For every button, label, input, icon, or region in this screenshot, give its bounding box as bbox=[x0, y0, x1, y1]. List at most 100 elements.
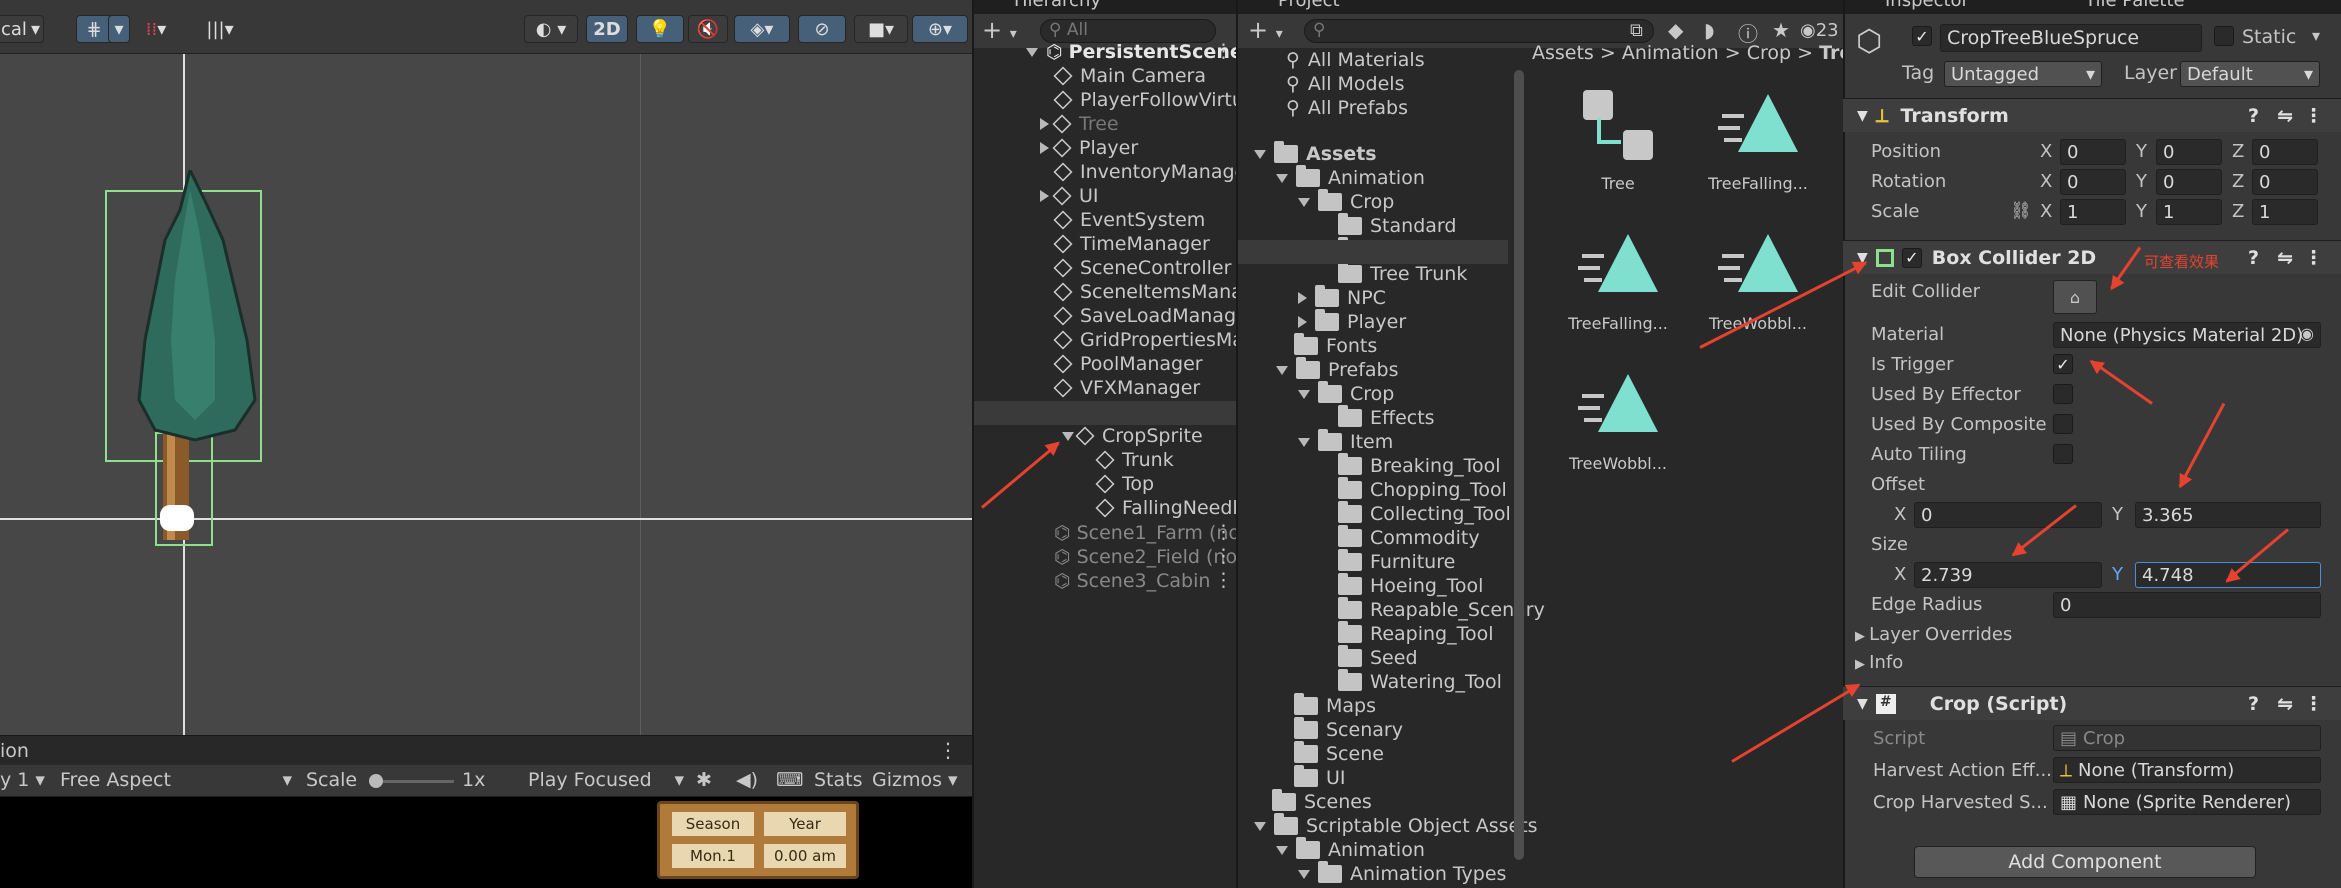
project-folder[interactable]: Scenes bbox=[1254, 789, 1372, 814]
component-menu-icon[interactable]: ⋮ bbox=[2304, 693, 2323, 715]
foldout-arrow-icon[interactable]: ▼ bbox=[1857, 696, 1868, 712]
help-icon[interactable]: ? bbox=[2248, 247, 2259, 269]
game-tab-menu-icon[interactable]: ⋮ bbox=[938, 738, 958, 762]
scene-menu-icon[interactable]: ⋮ bbox=[1214, 40, 1233, 62]
crop-harvested-field[interactable]: ▦ None (Sprite Renderer) bbox=[2053, 789, 2321, 815]
layer-dropdown[interactable]: Default ▾ bbox=[2180, 61, 2320, 87]
expand-arrow-icon[interactable] bbox=[1298, 389, 1310, 399]
help-icon[interactable]: ? bbox=[2248, 105, 2259, 127]
rotation-y-field[interactable]: 0 bbox=[2156, 169, 2222, 195]
used-by-composite-checkbox[interactable] bbox=[2053, 414, 2073, 434]
hierarchy-item[interactable]: Player bbox=[1040, 136, 1138, 160]
project-tab[interactable]: Project bbox=[1278, 0, 1340, 11]
position-x-field[interactable]: 0 bbox=[2060, 139, 2126, 165]
is-trigger-checkbox[interactable]: ✓ bbox=[2053, 354, 2073, 374]
increment-snap-button[interactable]: ⁞⁞ ▾ bbox=[136, 15, 176, 43]
asset-tile[interactable]: TreeFalling... bbox=[1698, 90, 1818, 210]
used-by-effector-checkbox[interactable] bbox=[2053, 384, 2073, 404]
hierarchy-item[interactable]: UI bbox=[1040, 184, 1099, 208]
object-picker-icon[interactable]: ◉ bbox=[2300, 324, 2314, 343]
search-by-type-icon[interactable]: ⧉ bbox=[1630, 20, 1643, 41]
axis-z-label[interactable]: Z bbox=[2232, 141, 2244, 162]
static-checkbox[interactable] bbox=[2214, 26, 2234, 46]
project-folder[interactable]: Furniture bbox=[1320, 549, 1455, 574]
project-folder[interactable]: Hoeing_Tool bbox=[1320, 573, 1483, 598]
scene-row[interactable]: ⌬ Scene3_Cabin bbox=[1054, 569, 1236, 593]
scene-view[interactable]: cal ▾ ⋕ ▾ ⁞⁞ ▾ ||| ▾ ◐ ▾ 2D 💡 🔇 ◈ ▾ ⊘ ■ ▾… bbox=[0, 0, 972, 735]
project-folder[interactable]: Player bbox=[1298, 309, 1406, 334]
expand-arrow-icon[interactable] bbox=[1298, 197, 1310, 207]
position-z-field[interactable]: 0 bbox=[2252, 139, 2318, 165]
lighting-toggle-button[interactable]: 💡 bbox=[636, 15, 684, 43]
hierarchy-item[interactable]: FallingNeedles bbox=[1082, 496, 1236, 520]
material-field[interactable]: None (Physics Material 2D) bbox=[2053, 322, 2321, 348]
hierarchy-item[interactable]: Top bbox=[1082, 472, 1154, 496]
hidden-objects-toggle[interactable]: ⊘ bbox=[798, 15, 846, 43]
aspect-dropdown[interactable]: Free Aspect ▾ bbox=[60, 769, 292, 791]
project-folder[interactable]: UI bbox=[1276, 765, 1346, 790]
rotation-z-field[interactable]: 0 bbox=[2252, 169, 2318, 195]
inspector-tab[interactable]: Inspector bbox=[1885, 0, 1969, 11]
gizmos-button[interactable]: Gizmos ▾ bbox=[872, 769, 958, 791]
asset-tile[interactable]: TreeFalling... bbox=[1558, 230, 1678, 350]
camera-dropdown[interactable]: ■ ▾ bbox=[854, 15, 908, 43]
size-x-field[interactable]: 2.739 bbox=[1914, 562, 2102, 588]
project-folder[interactable]: Assets bbox=[1254, 141, 1377, 166]
create-asset-button[interactable]: + ▾ bbox=[1248, 16, 1283, 44]
effects-dropdown[interactable]: ◈ ▾ bbox=[734, 15, 790, 43]
bug-icon[interactable]: ✱ bbox=[696, 769, 712, 791]
asset-tile[interactable]: Tree bbox=[1558, 90, 1678, 210]
component-menu-icon[interactable]: ⋮ bbox=[2304, 105, 2323, 127]
breadcrumb-item[interactable]: Assets bbox=[1532, 42, 1594, 64]
project-folder[interactable]: Scenary bbox=[1276, 717, 1403, 742]
active-checkbox[interactable]: ✓ bbox=[1912, 26, 1932, 46]
project-folder[interactable]: Crop bbox=[1298, 189, 1394, 214]
scene-menu-icon[interactable]: ⋮ bbox=[1214, 545, 1233, 567]
hierarchy-item[interactable]: PlayerFollowVirtual bbox=[1040, 88, 1236, 112]
axis-z-label[interactable]: Z bbox=[2232, 201, 2244, 222]
axis-y-label[interactable]: Y bbox=[2136, 171, 2147, 192]
gizmos-dropdown[interactable]: ⊕ ▾ bbox=[912, 15, 968, 43]
foldout-arrow-icon[interactable]: ▼ bbox=[1857, 108, 1868, 124]
scene-root-row[interactable]: ⌬ PersistentScene bbox=[1026, 40, 1236, 64]
hierarchy-item[interactable]: Trunk bbox=[1082, 448, 1174, 472]
hierarchy-item[interactable]: VFXManager bbox=[1040, 376, 1200, 400]
asset-tile[interactable]: TreeWobbl... bbox=[1698, 230, 1818, 350]
project-folder[interactable]: Reaping_Tool bbox=[1320, 621, 1494, 646]
play-focused-dropdown[interactable]: Play Focused ▾ bbox=[528, 769, 684, 791]
layer-overrides-foldout[interactable]: ▶ Layer Overrides bbox=[1855, 624, 2012, 645]
scene-menu-icon[interactable]: ⋮ bbox=[1214, 569, 1233, 591]
favorite-item[interactable]: ⚲ All Models bbox=[1286, 72, 1404, 96]
expand-arrow-icon[interactable] bbox=[1298, 292, 1307, 304]
expand-arrow-icon[interactable] bbox=[1040, 142, 1049, 154]
project-folder[interactable]: Animation bbox=[1276, 837, 1425, 862]
keyboard-icon[interactable]: ⌨ bbox=[776, 769, 803, 791]
project-folder[interactable]: Effects bbox=[1320, 405, 1435, 430]
favorite-star-icon[interactable]: ★ bbox=[1772, 18, 1790, 42]
label-filter-icon[interactable]: ◗ bbox=[1704, 18, 1715, 42]
hierarchy-item[interactable]: Tree bbox=[1040, 112, 1119, 136]
tag-dropdown[interactable]: Untagged ▾ bbox=[1944, 61, 2102, 87]
add-component-button[interactable]: Add Component bbox=[1914, 846, 2256, 878]
expand-arrow-icon[interactable] bbox=[1276, 365, 1288, 375]
hierarchy-item[interactable]: SaveLoadManager bbox=[1040, 304, 1236, 328]
info-foldout[interactable]: ▶ Info bbox=[1855, 652, 1903, 673]
axis-x-label[interactable]: X bbox=[2040, 171, 2052, 192]
rotation-x-field[interactable]: 0 bbox=[2060, 169, 2126, 195]
scale-y-field[interactable]: 1 bbox=[2156, 199, 2222, 225]
scene-row[interactable]: ⌬Scene1_Farm (not loaded) bbox=[1054, 521, 1236, 545]
position-y-field[interactable]: 0 bbox=[2156, 139, 2222, 165]
project-folder[interactable]: Breaking_Tool bbox=[1320, 453, 1501, 478]
favorite-item[interactable]: ⚲ All Prefabs bbox=[1286, 96, 1408, 120]
stats-button[interactable]: Stats bbox=[814, 769, 863, 791]
scene-row[interactable]: ⌬Scene2_Field (not loaded) bbox=[1054, 545, 1236, 569]
axis-x-label[interactable]: X bbox=[2040, 141, 2052, 162]
scale-x-field[interactable]: 1 bbox=[2060, 199, 2126, 225]
expand-arrow-icon[interactable] bbox=[1254, 821, 1266, 831]
project-folder[interactable]: Tree Trunk bbox=[1320, 261, 1467, 286]
favorite-item[interactable]: ⚲ All Materials bbox=[1286, 48, 1425, 72]
project-folder[interactable]: Prefabs bbox=[1276, 357, 1399, 382]
hierarchy-item[interactable]: SceneItemsManager bbox=[1040, 280, 1236, 304]
shading-mode-dropdown[interactable]: ◐ ▾ bbox=[524, 15, 578, 43]
filter-type-icon[interactable]: ◆ bbox=[1668, 18, 1683, 42]
